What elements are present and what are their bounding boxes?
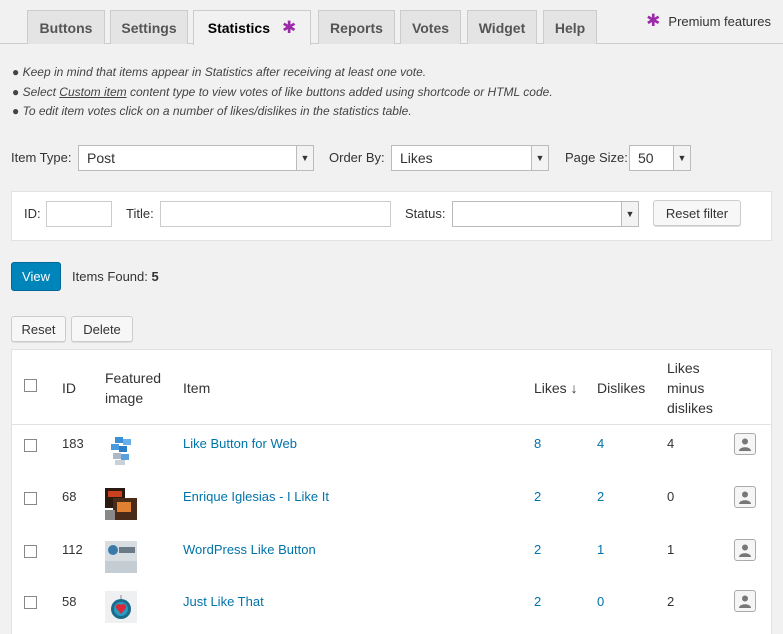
premium-star-icon: ✱ xyxy=(646,11,661,30)
note-line: ● Select Custom item content type to vie… xyxy=(12,84,553,99)
order-by-label: Order By: xyxy=(329,150,385,165)
table-header: ID Featured image Item Likes ↓ Dislikes … xyxy=(12,350,771,425)
row-id: 112 xyxy=(62,542,83,557)
col-id[interactable]: ID xyxy=(62,378,76,398)
col-likes-minus-dislikes[interactable]: Likes minus dislikes xyxy=(667,358,713,418)
likes-count[interactable]: 2 xyxy=(534,489,541,504)
row-checkbox[interactable] xyxy=(24,492,37,505)
item-link[interactable]: Enrique Iglesias - I Like It xyxy=(183,489,329,504)
likes-minus-dislikes: 2 xyxy=(667,594,675,609)
row-checkbox[interactable] xyxy=(24,439,37,452)
voters-button[interactable] xyxy=(734,433,756,455)
tab-statistics[interactable]: Statistics ✱ xyxy=(193,10,311,45)
select-all-checkbox[interactable] xyxy=(24,379,37,392)
likes-minus-dislikes: 4 xyxy=(667,436,675,451)
dislikes-count[interactable]: 4 xyxy=(597,436,604,451)
voters-button[interactable] xyxy=(734,590,756,612)
featured-image xyxy=(105,591,137,623)
featured-image xyxy=(105,488,137,520)
voters-button[interactable] xyxy=(734,486,756,508)
row-id: 68 xyxy=(62,489,77,504)
chevron-down-icon: ▼ xyxy=(621,202,638,226)
tab-buttons[interactable]: Buttons xyxy=(27,10,105,44)
table-row: 112 WordPress Like Button 2 1 1 xyxy=(12,532,771,585)
likes-minus-dislikes: 1 xyxy=(667,542,675,557)
chevron-down-icon: ▼ xyxy=(673,146,690,170)
likes-count[interactable]: 8 xyxy=(534,436,541,451)
custom-item-link[interactable]: Custom item xyxy=(59,85,126,99)
col-dislikes[interactable]: Dislikes xyxy=(597,378,645,398)
row-checkbox[interactable] xyxy=(24,596,37,609)
title-label: Title: xyxy=(126,206,154,221)
chevron-down-icon: ▼ xyxy=(531,146,548,170)
premium-star-icon: ✱ xyxy=(282,18,297,37)
page-size-label: Page Size: xyxy=(565,150,628,165)
user-icon xyxy=(739,491,751,504)
premium-features-note: ✱ Premium features xyxy=(646,11,771,30)
reset-button[interactable]: Reset xyxy=(11,316,66,342)
status-select[interactable]: ▼ xyxy=(452,201,639,227)
tab-widget[interactable]: Widget xyxy=(467,10,537,44)
items-found: Items Found: 5 xyxy=(72,269,159,284)
order-by-select[interactable]: Likes ▼ xyxy=(391,145,549,171)
note-line: ● Keep in mind that items appear in Stat… xyxy=(12,65,427,79)
dislikes-count[interactable]: 2 xyxy=(597,489,604,504)
user-icon xyxy=(739,544,751,557)
id-input[interactable] xyxy=(46,201,112,227)
row-id: 183 xyxy=(62,436,84,451)
dislikes-count[interactable]: 1 xyxy=(597,542,604,557)
user-icon xyxy=(739,438,751,451)
col-featured-image: Featured image xyxy=(105,370,162,406)
filter-box: ID: Title: Status: ▼ Reset filter xyxy=(11,191,772,241)
col-likes[interactable]: Likes ↓ xyxy=(534,378,578,398)
delete-button[interactable]: Delete xyxy=(71,316,133,342)
chevron-down-icon: ▼ xyxy=(296,146,313,170)
tab-reports[interactable]: Reports xyxy=(318,10,395,44)
tab-help[interactable]: Help xyxy=(543,10,597,44)
item-type-label: Item Type: xyxy=(11,150,72,165)
view-button[interactable]: View xyxy=(11,262,61,291)
tab-bar: Buttons Settings Statistics ✱ Reports Vot… xyxy=(0,0,783,45)
col-item[interactable]: Item xyxy=(183,378,210,398)
status-label: Status: xyxy=(405,206,446,221)
likes-count[interactable]: 2 xyxy=(534,594,541,609)
dislikes-count[interactable]: 0 xyxy=(597,594,604,609)
reset-filter-button[interactable]: Reset filter xyxy=(653,200,741,226)
title-input[interactable] xyxy=(160,201,391,227)
page-size-select[interactable]: 50 ▼ xyxy=(629,145,691,171)
featured-image xyxy=(105,435,137,467)
items-found-count: 5 xyxy=(151,269,159,284)
statistics-table: ID Featured image Item Likes ↓ Dislikes … xyxy=(11,349,772,634)
row-checkbox[interactable] xyxy=(24,545,37,558)
item-type-select[interactable]: Post ▼ xyxy=(78,145,314,171)
featured-image xyxy=(105,541,137,573)
table-row: 68 Enrique Iglesias - I Like It 2 2 0 xyxy=(12,479,771,532)
id-label: ID: xyxy=(24,206,41,221)
tab-settings[interactable]: Settings xyxy=(110,10,188,44)
tab-votes[interactable]: Votes xyxy=(400,10,461,44)
table-row: 58 Just Like That 2 0 2 xyxy=(12,585,771,634)
item-link[interactable]: Just Like That xyxy=(183,594,264,609)
info-notes: ● Keep in mind that items appear in Stat… xyxy=(12,63,553,122)
likes-minus-dislikes: 0 xyxy=(667,489,675,504)
item-link[interactable]: WordPress Like Button xyxy=(183,542,316,557)
table-row: 183 Like Button for Web 8 4 4 xyxy=(12,426,771,479)
item-link[interactable]: Like Button for Web xyxy=(183,436,297,451)
voters-button[interactable] xyxy=(734,539,756,561)
likes-count[interactable]: 2 xyxy=(534,542,541,557)
row-id: 58 xyxy=(62,594,77,609)
note-line: ● To edit item votes click on a number o… xyxy=(12,104,412,118)
user-icon xyxy=(739,595,751,608)
